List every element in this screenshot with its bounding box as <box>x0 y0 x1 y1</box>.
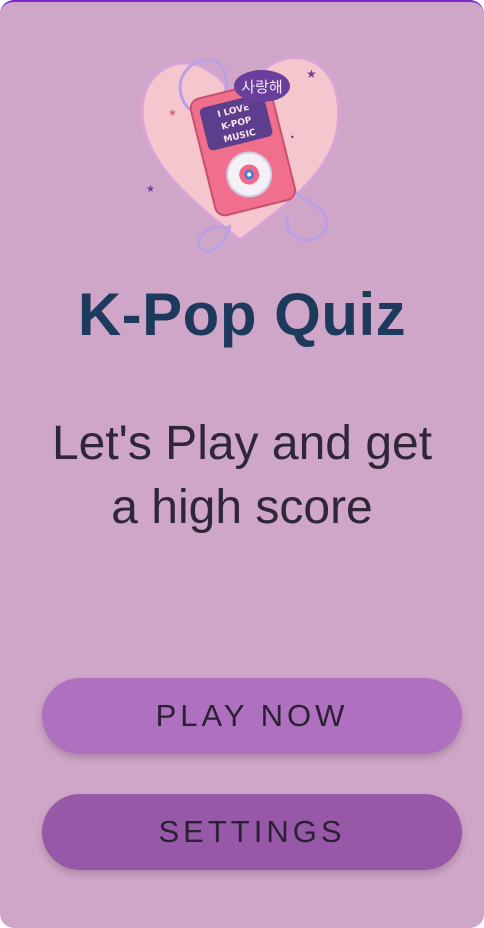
star-icon: • <box>290 133 295 142</box>
speech-bubble-text: 사랑해 <box>241 78 282 96</box>
star-icon: ★ <box>146 184 155 195</box>
quiz-home-screen: ★ ★ ★ • I LOVE K-POP MUSIC 사랑해 K-Pop Qui… <box>0 0 484 928</box>
kpop-music-player-illustration: ★ ★ ★ • I LOVE K-POP MUSIC 사랑해 <box>140 56 341 253</box>
star-icon: ★ <box>168 108 177 119</box>
settings-button[interactable]: SETTINGS <box>42 794 462 870</box>
play-now-button[interactable]: PLAY NOW <box>42 678 462 754</box>
app-title: K-Pop Quiz <box>77 281 407 348</box>
star-icon: ★ <box>306 67 317 81</box>
subtitle: Let's Play and get a high score <box>51 417 433 534</box>
